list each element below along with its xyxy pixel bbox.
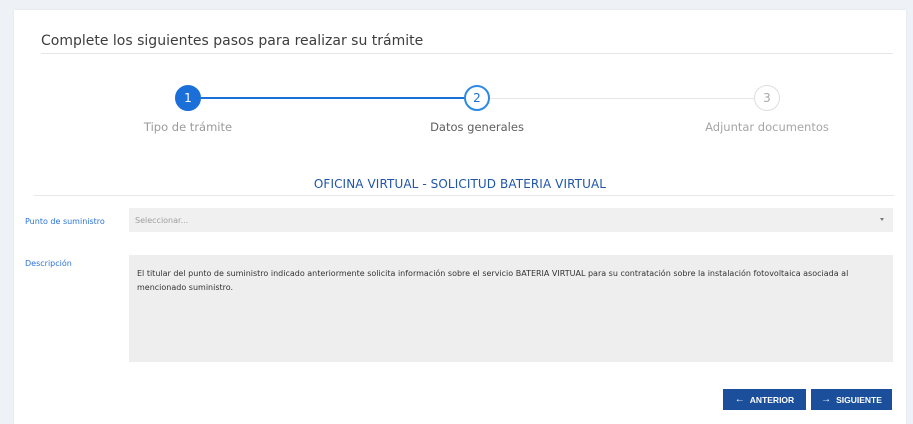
step-3-number: 3 [763,91,771,105]
wizard-card: Complete los siguientes pasos para reali… [14,10,906,424]
supply-point-placeholder: Seleccionar... [135,215,189,225]
step-1-label: Tipo de trámite [143,120,233,134]
step-1-circle[interactable]: 1 [175,85,201,111]
next-button-label: SIGUIENTE [836,394,882,405]
step-2-number: 2 [473,91,481,105]
section-title: OFICINA VIRTUAL - SOLICITUD BATERIA VIRT… [313,177,607,191]
section-divider [34,195,894,196]
arrow-right-icon: → [821,394,832,405]
step-2-circle[interactable]: 2 [464,85,490,111]
previous-button-label: ANTERIOR [749,394,795,405]
step-connector-2 [490,98,754,99]
step-2-label: Datos generales [430,120,524,134]
chevron-down-icon[interactable] [880,218,884,221]
supply-point-select[interactable]: Seleccionar... [129,208,893,232]
arrow-left-icon: ← [734,394,745,405]
step-connector-1 [201,97,465,99]
step-1-number: 1 [184,91,192,105]
description-textarea[interactable]: El titular del punto de suministro indic… [129,255,893,362]
description-label: Descripción [25,259,72,268]
supply-point-label: Punto de suministro [25,217,105,226]
previous-button[interactable]: ← ANTERIOR [723,389,806,410]
step-3-label: Adjuntar documentos [705,120,829,134]
next-button[interactable]: → SIGUIENTE [811,389,892,410]
card-title: Complete los siguientes pasos para reali… [41,33,424,49]
title-divider [41,53,893,54]
step-3-circle[interactable]: 3 [754,85,780,111]
